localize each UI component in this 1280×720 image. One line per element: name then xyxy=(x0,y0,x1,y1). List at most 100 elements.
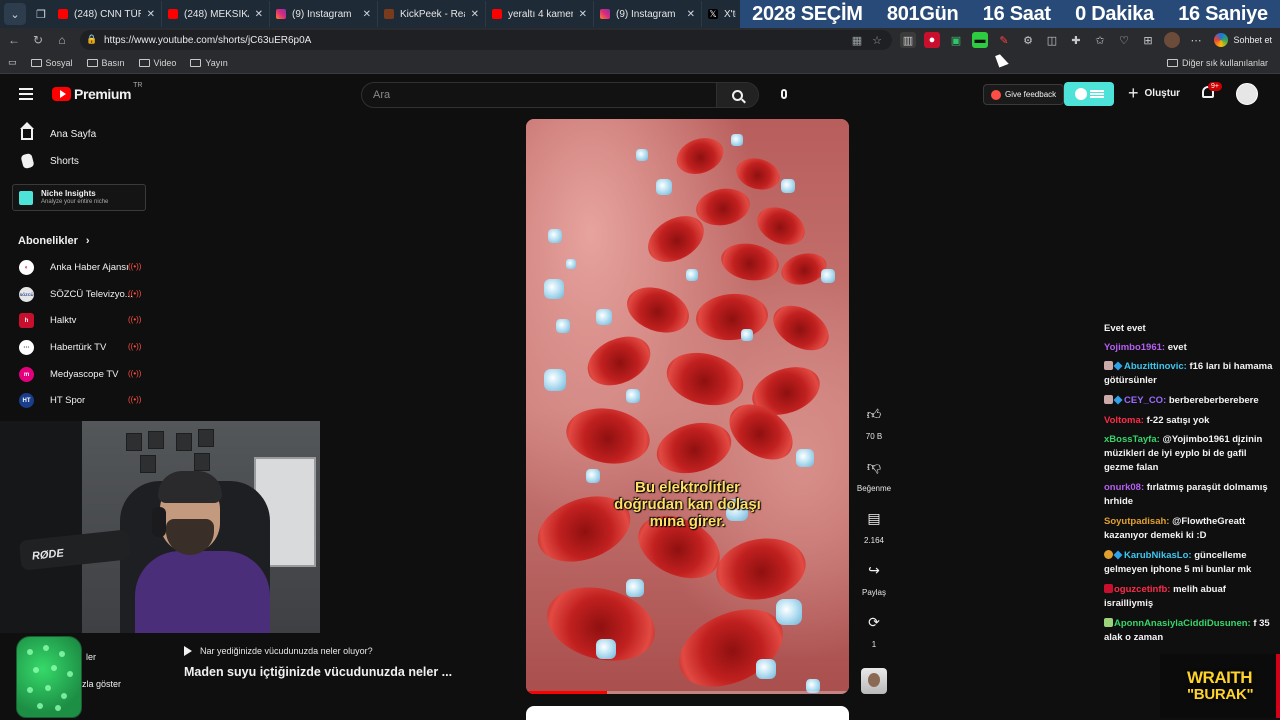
extension-battery-icon[interactable]: ▬ xyxy=(972,32,988,48)
browser-tab[interactable]: (248) MEKSİKA'DA N ✕ xyxy=(162,1,270,27)
playback-progress-bar[interactable] xyxy=(526,691,849,694)
favorites-icon[interactable]: ✩ xyxy=(1092,32,1108,48)
dislike-button[interactable]: 👎︎ Beğenme xyxy=(853,458,895,494)
other-bookmarks[interactable]: Diğer sık kullanılanlar xyxy=(1166,58,1268,68)
close-icon[interactable]: ✕ xyxy=(147,9,155,20)
tab-actions-menu-icon[interactable]: ▭ xyxy=(8,57,17,68)
channel-thumbnail[interactable] xyxy=(861,668,887,694)
channel-avatar: HT xyxy=(19,393,34,408)
browser-essentials-icon[interactable]: ♡ xyxy=(1116,32,1132,48)
create-button[interactable]: + Oluştur xyxy=(1128,84,1180,102)
bookmark-folder-video[interactable]: Video xyxy=(138,57,177,68)
extension-icon[interactable]: ▥ xyxy=(900,32,916,48)
youtube-favicon-icon xyxy=(58,9,68,19)
search-button[interactable] xyxy=(716,83,758,107)
close-icon[interactable]: ✕ xyxy=(687,9,695,20)
subscriptions-header[interactable]: Abonelikler › xyxy=(18,235,90,247)
comments-button[interactable]: ▤ 2.164 xyxy=(853,510,895,546)
tab-label: (248) CNN TÜRK - 8 xyxy=(74,8,141,20)
tab-actions-icon[interactable]: ⌄ xyxy=(4,3,26,25)
browser-tab[interactable]: KickPeek - Real-time ✕ xyxy=(378,1,486,27)
sidebar-item-home[interactable]: Ana Sayfa xyxy=(0,121,160,147)
sidebar-item-shorts[interactable]: Shorts xyxy=(0,148,160,174)
browser-tab[interactable]: (248) CNN TÜRK - 8 ✕ xyxy=(52,1,162,27)
scroll-down-arrow-icon[interactable]: ↓ xyxy=(1236,434,1242,448)
voice-search-icon[interactable] xyxy=(774,84,794,104)
play-icon xyxy=(184,646,192,656)
account-avatar[interactable] xyxy=(1236,83,1258,105)
youtube-logo[interactable]: Premium TR xyxy=(52,82,142,102)
lock-icon[interactable]: 🔒 xyxy=(86,34,98,46)
create-label: Oluştur xyxy=(1144,87,1181,99)
menu-icon[interactable] xyxy=(19,88,33,100)
browser-tab[interactable]: 𝕏 X'te xyxy=(702,1,742,27)
sidebar-channel[interactable]: SÖZCÜ SÖZCÜ Televizyo... ((•)) xyxy=(0,281,160,307)
search-input[interactable]: Ara xyxy=(361,82,759,108)
close-icon[interactable]: ✕ xyxy=(471,9,479,20)
chat-username: xBossTayfa: xyxy=(1104,434,1160,445)
home-icon[interactable]: ⌂ xyxy=(52,30,72,50)
share-button[interactable]: ↪ Paylaş xyxy=(853,561,895,598)
sidebar-channel[interactable]: HT HT Spor ((•)) xyxy=(0,387,160,413)
chat-username: oguzcetinfb: xyxy=(1114,584,1171,595)
stream-overlay-badge: WRAITH "BURAK" xyxy=(1160,654,1280,718)
youtube-favicon-icon xyxy=(168,9,178,19)
extension-pen-icon[interactable]: ✎ xyxy=(996,32,1012,48)
next-short-card[interactable] xyxy=(526,706,849,720)
browser-tab[interactable]: (9) Instagram ✕ xyxy=(594,1,702,27)
sidebar-channel[interactable]: ··· Habertürk TV ((•)) xyxy=(0,334,160,360)
comment-count: 2.164 xyxy=(863,536,885,545)
extension-grid-icon[interactable]: ▣ xyxy=(948,32,964,48)
chat-message: oguzcetinfb: melih abuaf israilliymiş xyxy=(1104,583,1276,611)
reader-mode-icon[interactable]: ▦ xyxy=(852,34,862,47)
more-options-icon[interactable]: ⋯ xyxy=(1188,32,1204,48)
extensions-icon[interactable]: ✚ xyxy=(1068,32,1084,48)
sidebar-fragment-text[interactable]: ler xyxy=(86,652,96,662)
notifications-button[interactable]: 9+ xyxy=(1200,82,1222,102)
url-field[interactable]: 🔒 https://www.youtube.com/shorts/jC63uER… xyxy=(80,30,892,50)
reload-icon[interactable]: ↻ xyxy=(28,30,48,50)
channel-name: SÖZCÜ Televizyo... xyxy=(50,289,133,300)
give-feedback-button[interactable]: Give feedback xyxy=(983,84,1065,105)
bookmark-folder-basin[interactable]: Basın xyxy=(86,58,125,68)
bookmark-label: Video xyxy=(153,57,177,68)
sidebar-channel[interactable]: m Medyascope TV ((•)) xyxy=(0,361,160,387)
like-button[interactable]: 👍︎ 70 B xyxy=(853,406,895,442)
remix-button[interactable]: ⟳ 1 xyxy=(853,614,895,650)
remix-count: 1 xyxy=(871,640,877,649)
extension-toggle-button[interactable] xyxy=(1064,82,1114,106)
copilot-button[interactable]: Sohbet et xyxy=(1214,31,1272,49)
profile-avatar-icon[interactable] xyxy=(1164,32,1180,48)
extension-puzzle-icon[interactable]: ⚙ xyxy=(1020,32,1036,48)
bookmark-folder-sosyal[interactable]: Sosyal xyxy=(30,58,73,68)
short-title[interactable]: Maden suyu içtiğinizde vücudunuzda neler… xyxy=(184,665,452,679)
back-icon[interactable]: ← xyxy=(4,30,24,50)
close-icon[interactable]: ✕ xyxy=(255,9,263,20)
url-text: https://www.youtube.com/shorts/jC63uER6p… xyxy=(104,34,312,46)
browser-tab[interactable]: (9) Instagram ✕ xyxy=(270,1,378,27)
subtitle-line: Bu elektrolitler xyxy=(634,479,741,496)
niche-insights-card[interactable]: Niche Insights Analyze your entire niche xyxy=(12,184,146,211)
shorts-player[interactable]: Bu elektrolitler doğrudan kan dolaşı mın… xyxy=(526,119,849,694)
extension-record-icon[interactable]: ● xyxy=(924,32,940,48)
related-video-link[interactable]: Nar yediğinizde vücudunuzda neler oluyor… xyxy=(184,646,452,656)
split-screen-icon[interactable]: ◫ xyxy=(1044,32,1060,48)
live-icon: ((•)) xyxy=(128,342,142,351)
notification-badge: 9+ xyxy=(1208,82,1222,91)
browser-tab[interactable]: yeraltı 4 kamera ark ✕ xyxy=(486,1,594,27)
channel-name: Halktv xyxy=(50,315,77,326)
bookmark-folder-yayin[interactable]: Yayın xyxy=(190,58,228,68)
tab-label: yeraltı 4 kamera ark xyxy=(508,8,573,20)
browser-tab-bar: ⌄ ❐ (248) CNN TÜRK - 8 ✕ (248) MEKSİKA'D… xyxy=(0,0,1280,28)
workspaces-icon[interactable]: ❐ xyxy=(30,3,52,25)
chat-message: Yojimbo1961: evet xyxy=(1104,341,1276,355)
favorite-star-icon[interactable]: ☆ xyxy=(872,34,882,47)
collections-icon[interactable]: ⊞ xyxy=(1140,32,1156,48)
search-placeholder: Ara xyxy=(373,89,391,101)
sidebar-channel[interactable]: ◐ Anka Haber Ajansı ((•)) xyxy=(0,254,160,280)
show-more-text[interactable]: zla göster xyxy=(82,679,121,689)
share-icon: ↪ xyxy=(868,561,880,578)
sidebar-channel[interactable]: h Halktv ((•)) xyxy=(0,307,160,333)
close-icon[interactable]: ✕ xyxy=(363,9,371,20)
close-icon[interactable]: ✕ xyxy=(579,9,587,20)
